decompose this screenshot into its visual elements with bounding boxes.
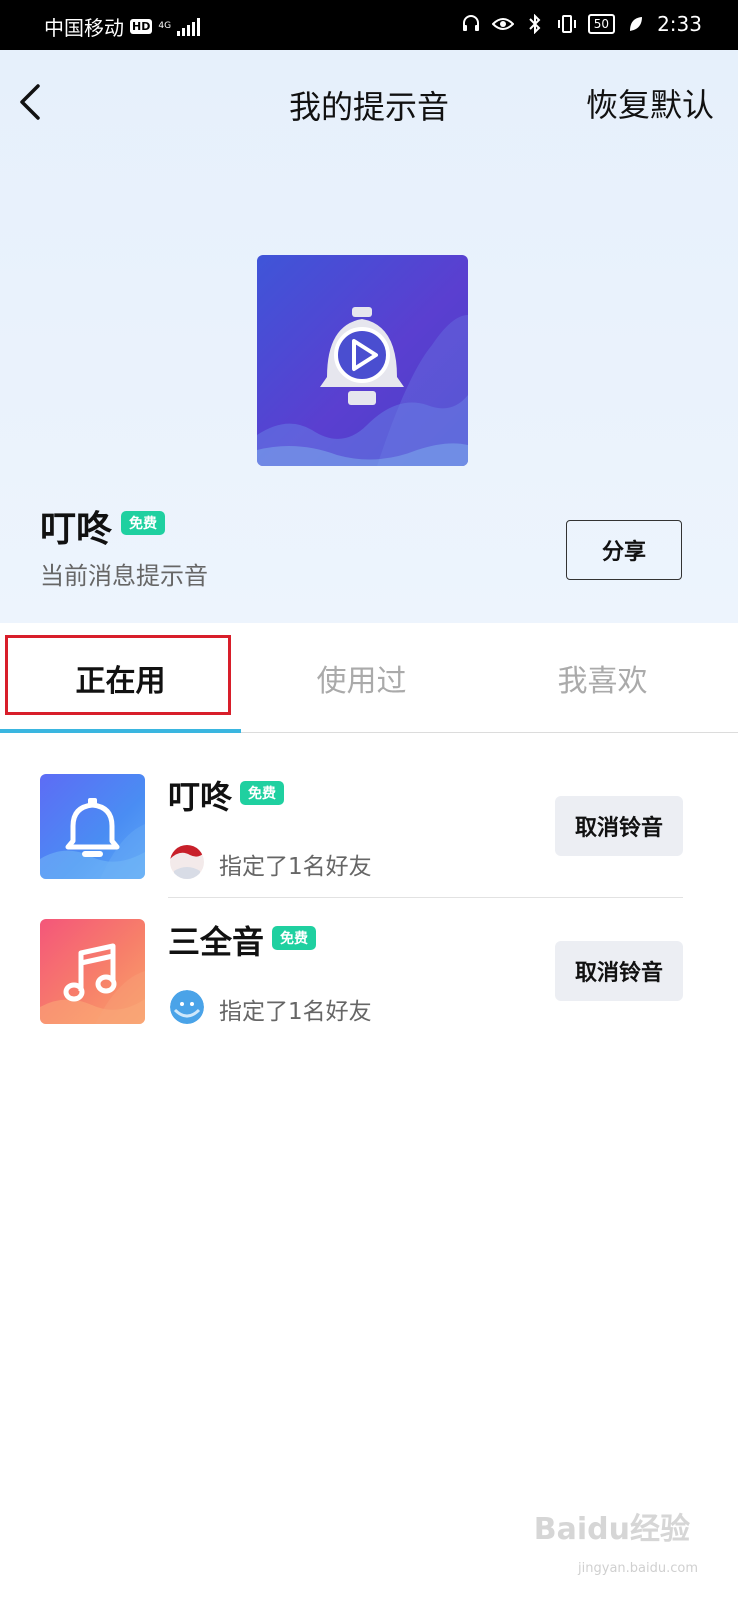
assigned-friends-text: 指定了1名好友 [219,999,372,1025]
eye-icon [491,13,514,35]
baidu-watermark-url: jingyan.baidu.com [578,1561,698,1576]
tone-title: 叮咚 [168,778,233,816]
network-label: 4G [158,21,172,31]
free-badge: 免费 [240,781,284,805]
free-badge: 免费 [272,926,316,950]
current-tone-cover[interactable] [257,255,468,466]
hd-badge: HD [130,19,153,34]
vibrate-icon [556,13,578,35]
tab-used[interactable]: 使用过 [241,623,482,733]
cancel-ringtone-button[interactable]: 取消铃音 [555,796,683,856]
status-right: 50 2:33 [460,12,702,36]
bell-icon [40,798,145,879]
active-tab-indicator [0,729,241,733]
tone-thumbnail [40,774,145,879]
tone-title: 三全音 [168,923,265,961]
music-note-icon [40,943,145,1024]
signal-icon [177,17,201,36]
carrier-label: 中国移动 [44,16,124,40]
current-tone-subtitle: 当前消息提示音 [40,562,208,590]
list-item[interactable]: 三全音 免费 指定了1名好友 取消铃音 [0,905,738,1050]
headphones-icon [460,13,482,35]
status-bar: 中国移动 HD 4G 50 2:33 [0,0,738,50]
cancel-ringtone-button[interactable]: 取消铃音 [555,941,683,1001]
status-left: 中国移动 HD 4G [44,12,201,41]
row-divider [168,897,683,898]
baidu-watermark: Baidu经验 [533,1512,690,1547]
friend-avatar [170,990,204,1024]
bluetooth-icon [524,13,546,35]
tone-thumbnail [40,919,145,1024]
restore-default-button[interactable]: 恢复默认 [586,80,714,126]
list-item[interactable]: 叮咚 免费 指定了1名好友 取消铃音 [0,760,738,905]
friend-avatar [170,845,204,879]
battery-indicator: 50 [587,14,616,34]
tab-liked[interactable]: 我喜欢 [482,623,723,733]
clock: 2:33 [657,12,702,36]
free-badge: 免费 [121,511,165,535]
current-tone-name: 叮咚 [40,509,113,550]
leaf-icon [625,13,647,35]
annotation-highlight-box [5,635,231,715]
assigned-friends-text: 指定了1名好友 [219,854,372,880]
share-button[interactable]: 分享 [566,520,682,580]
play-bell-icon [320,307,404,405]
